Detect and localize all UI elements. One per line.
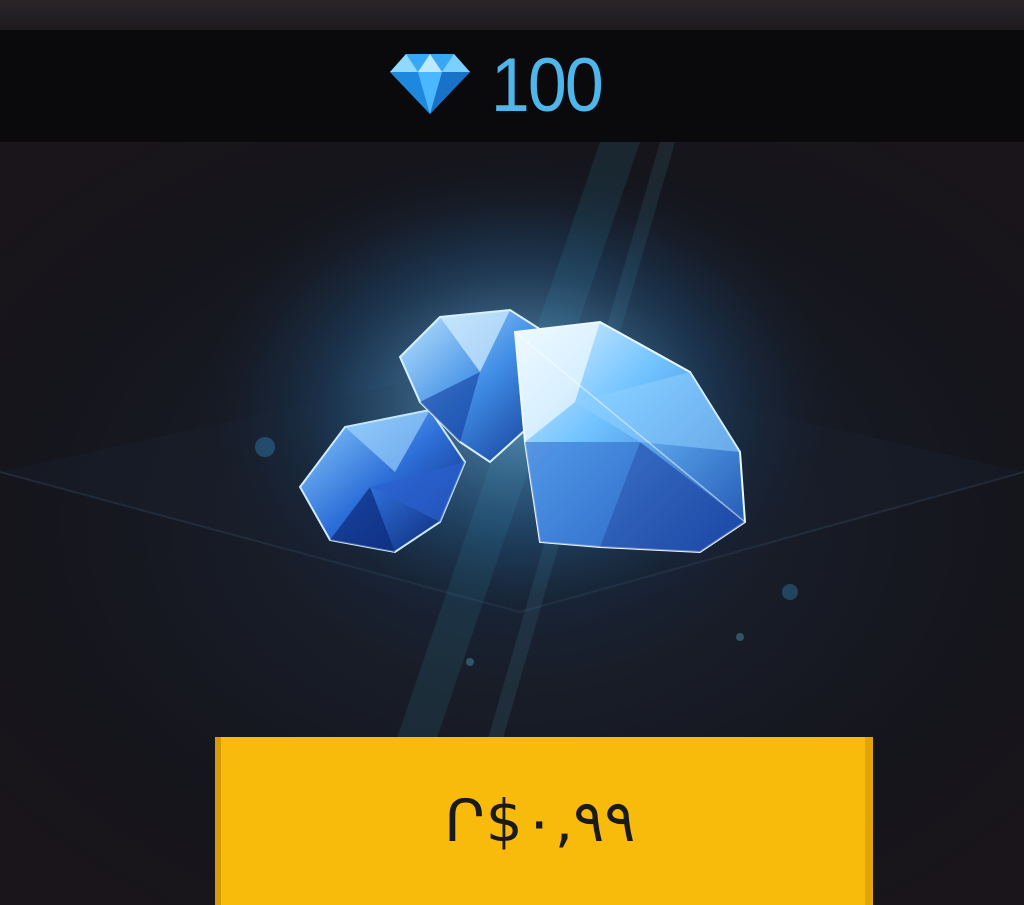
top-strip [0,0,1024,30]
diamond-icon [388,52,472,120]
price-label: Ր$٠,٩٩ [444,787,636,855]
buy-price-button[interactable]: Ր$٠,٩٩ [215,737,873,905]
diamond-count-header: 100 [0,30,1024,142]
diamond-amount: 100 [490,43,603,128]
